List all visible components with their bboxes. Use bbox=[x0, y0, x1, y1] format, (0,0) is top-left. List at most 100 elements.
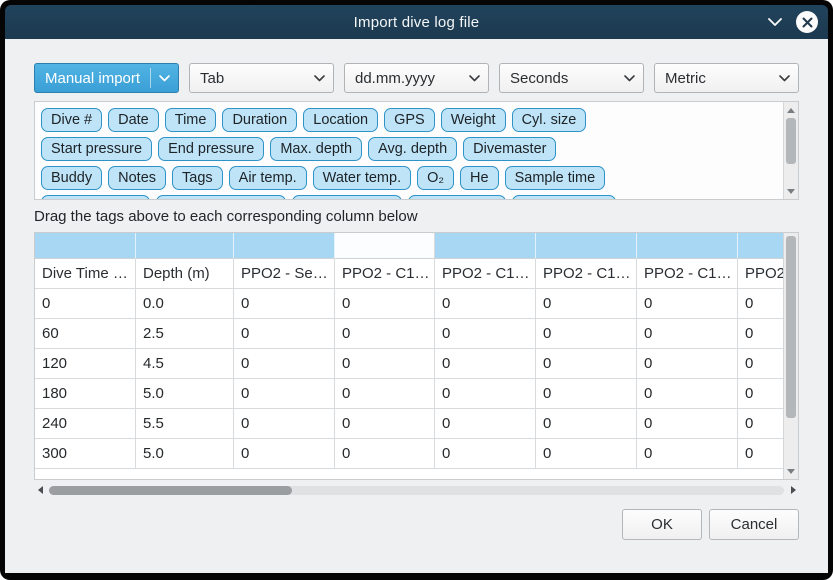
scrollbar-thumb[interactable] bbox=[49, 486, 292, 495]
drag-tag[interactable]: Tags bbox=[172, 166, 223, 190]
drag-tag[interactable]: Dive # bbox=[41, 108, 102, 132]
drag-tag[interactable]: He bbox=[460, 166, 499, 190]
combo-field-separator-value: Tab bbox=[200, 70, 224, 87]
table-cell: 0 bbox=[234, 379, 335, 409]
drag-tag[interactable]: Date bbox=[108, 108, 159, 132]
combo-import-mode[interactable]: Manual import bbox=[34, 63, 179, 93]
combo-units-value: Metric bbox=[665, 70, 706, 87]
table-cell: 0 bbox=[637, 289, 738, 319]
table-cell: 5.5 bbox=[136, 409, 234, 439]
drag-tag[interactable]: Max. depth bbox=[270, 137, 362, 161]
scrollbar-track[interactable] bbox=[49, 486, 784, 495]
table-cell: 2.5 bbox=[136, 319, 234, 349]
drag-tag[interactable]: Air temp. bbox=[229, 166, 307, 190]
ok-button[interactable]: OK bbox=[622, 509, 702, 540]
table-row: 0 0.0 0 0 0 0 0 0 bbox=[35, 289, 783, 319]
column-drop-target[interactable] bbox=[234, 233, 335, 259]
drag-tag[interactable]: Sample temp. bbox=[292, 195, 401, 200]
drag-tag[interactable]: GPS bbox=[384, 108, 435, 132]
table-cell: 0 bbox=[738, 409, 783, 439]
column-drop-target[interactable] bbox=[335, 233, 435, 259]
drag-tag[interactable]: Notes bbox=[108, 166, 166, 190]
drag-tag[interactable]: Time bbox=[165, 108, 217, 132]
table-row: 120 4.5 0 0 0 0 0 0 bbox=[35, 349, 783, 379]
drag-tag[interactable]: Sample pO₂ bbox=[408, 195, 506, 200]
column-drop-target[interactable] bbox=[435, 233, 536, 259]
scroll-left-icon[interactable] bbox=[34, 482, 46, 498]
header-row: Dive Time … Depth (m) PPO2 - Se… PPO2 - … bbox=[35, 259, 783, 289]
drag-tag[interactable]: Location bbox=[303, 108, 378, 132]
table-cell: 0 bbox=[637, 379, 738, 409]
table-cell: 0 bbox=[738, 349, 783, 379]
table-cell: 0 bbox=[435, 319, 536, 349]
column-header: PPO2 - C1… bbox=[335, 259, 435, 289]
table-cell: 0 bbox=[234, 289, 335, 319]
table-cell: 0 bbox=[536, 349, 637, 379]
combo-field-separator[interactable]: Tab bbox=[189, 63, 334, 93]
column-drop-target[interactable] bbox=[536, 233, 637, 259]
table-cell: 0 bbox=[335, 409, 435, 439]
table-cell: 0 bbox=[738, 289, 783, 319]
drag-tag[interactable]: Sample pressure bbox=[156, 195, 286, 200]
cancel-button[interactable]: Cancel bbox=[709, 509, 799, 540]
table-hscrollbar[interactable] bbox=[34, 482, 799, 498]
scroll-up-icon[interactable] bbox=[784, 103, 798, 117]
combo-duration-format[interactable]: Seconds bbox=[499, 63, 644, 93]
table-row: 180 5.0 0 0 0 0 0 0 bbox=[35, 379, 783, 409]
drag-tag[interactable]: Avg. depth bbox=[368, 137, 457, 161]
combo-units[interactable]: Metric bbox=[654, 63, 799, 93]
column-drop-target[interactable] bbox=[35, 233, 136, 259]
table-cell: 120 bbox=[35, 349, 136, 379]
scrollbar-thumb[interactable] bbox=[786, 118, 796, 164]
table-row: 240 5.5 0 0 0 0 0 0 bbox=[35, 409, 783, 439]
tags-scrollbar[interactable] bbox=[783, 102, 798, 199]
column-header: PPO2 - C1… bbox=[435, 259, 536, 289]
chevron-down-icon[interactable] bbox=[768, 18, 782, 26]
table-row: 300 5.0 0 0 0 0 0 0 bbox=[35, 439, 783, 469]
combo-date-format[interactable]: dd.mm.yyyy bbox=[344, 63, 489, 93]
combo-import-mode-value: Manual import bbox=[45, 70, 140, 87]
tag-row: Start pressure End pressure Max. depth A… bbox=[41, 137, 776, 161]
dialog-body: Manual import Tab dd.mm.yyyy Seconds Met… bbox=[5, 39, 828, 573]
table-cell: 0 bbox=[738, 439, 783, 469]
table-cell: 0 bbox=[435, 379, 536, 409]
table-cell: 0 bbox=[435, 439, 536, 469]
drag-tag[interactable]: Sample CNS bbox=[512, 195, 616, 200]
drag-tag[interactable]: Sample depth bbox=[41, 195, 150, 200]
table-cell: 240 bbox=[35, 409, 136, 439]
table-vscrollbar[interactable] bbox=[783, 233, 798, 479]
import-options-row: Manual import Tab dd.mm.yyyy Seconds Met… bbox=[34, 63, 799, 93]
drag-tag[interactable]: O₂ bbox=[417, 166, 454, 190]
table-cell: 0 bbox=[536, 439, 637, 469]
column-header: PPO2 - Se… bbox=[234, 259, 335, 289]
table-cell: 0 bbox=[536, 319, 637, 349]
column-header: PPO2 - bbox=[738, 259, 783, 289]
drag-tag[interactable]: Water temp. bbox=[313, 166, 411, 190]
drag-tag[interactable]: Weight bbox=[441, 108, 506, 132]
tag-row: Sample depth Sample pressure Sample temp… bbox=[41, 195, 776, 200]
drag-tag[interactable]: Sample time bbox=[505, 166, 606, 190]
column-drop-target[interactable] bbox=[738, 233, 783, 259]
scrollbar-thumb[interactable] bbox=[786, 236, 796, 418]
chevron-down-icon bbox=[618, 75, 635, 82]
table-cell: 0 bbox=[536, 409, 637, 439]
chevron-down-icon bbox=[773, 75, 790, 82]
scroll-down-icon[interactable] bbox=[784, 184, 798, 198]
close-button[interactable] bbox=[796, 11, 818, 33]
drag-tag[interactable]: Start pressure bbox=[41, 137, 152, 161]
table-cell: 0 bbox=[435, 409, 536, 439]
column-drop-target[interactable] bbox=[637, 233, 738, 259]
titlebar[interactable]: Import dive log file bbox=[5, 5, 828, 39]
drag-tag[interactable]: Duration bbox=[222, 108, 297, 132]
combo-date-format-value: dd.mm.yyyy bbox=[355, 70, 435, 87]
table-cell: 0 bbox=[637, 349, 738, 379]
scroll-down-icon[interactable] bbox=[784, 464, 798, 478]
drag-tag[interactable]: Divemaster bbox=[463, 137, 556, 161]
import-preview-table: Dive Time … Depth (m) PPO2 - Se… PPO2 - … bbox=[34, 232, 799, 480]
table-cell: 4.5 bbox=[136, 349, 234, 379]
drag-tag[interactable]: Cyl. size bbox=[512, 108, 587, 132]
drag-tag[interactable]: Buddy bbox=[41, 166, 102, 190]
column-drop-target[interactable] bbox=[136, 233, 234, 259]
scroll-right-icon[interactable] bbox=[787, 482, 799, 498]
drag-tag[interactable]: End pressure bbox=[158, 137, 264, 161]
